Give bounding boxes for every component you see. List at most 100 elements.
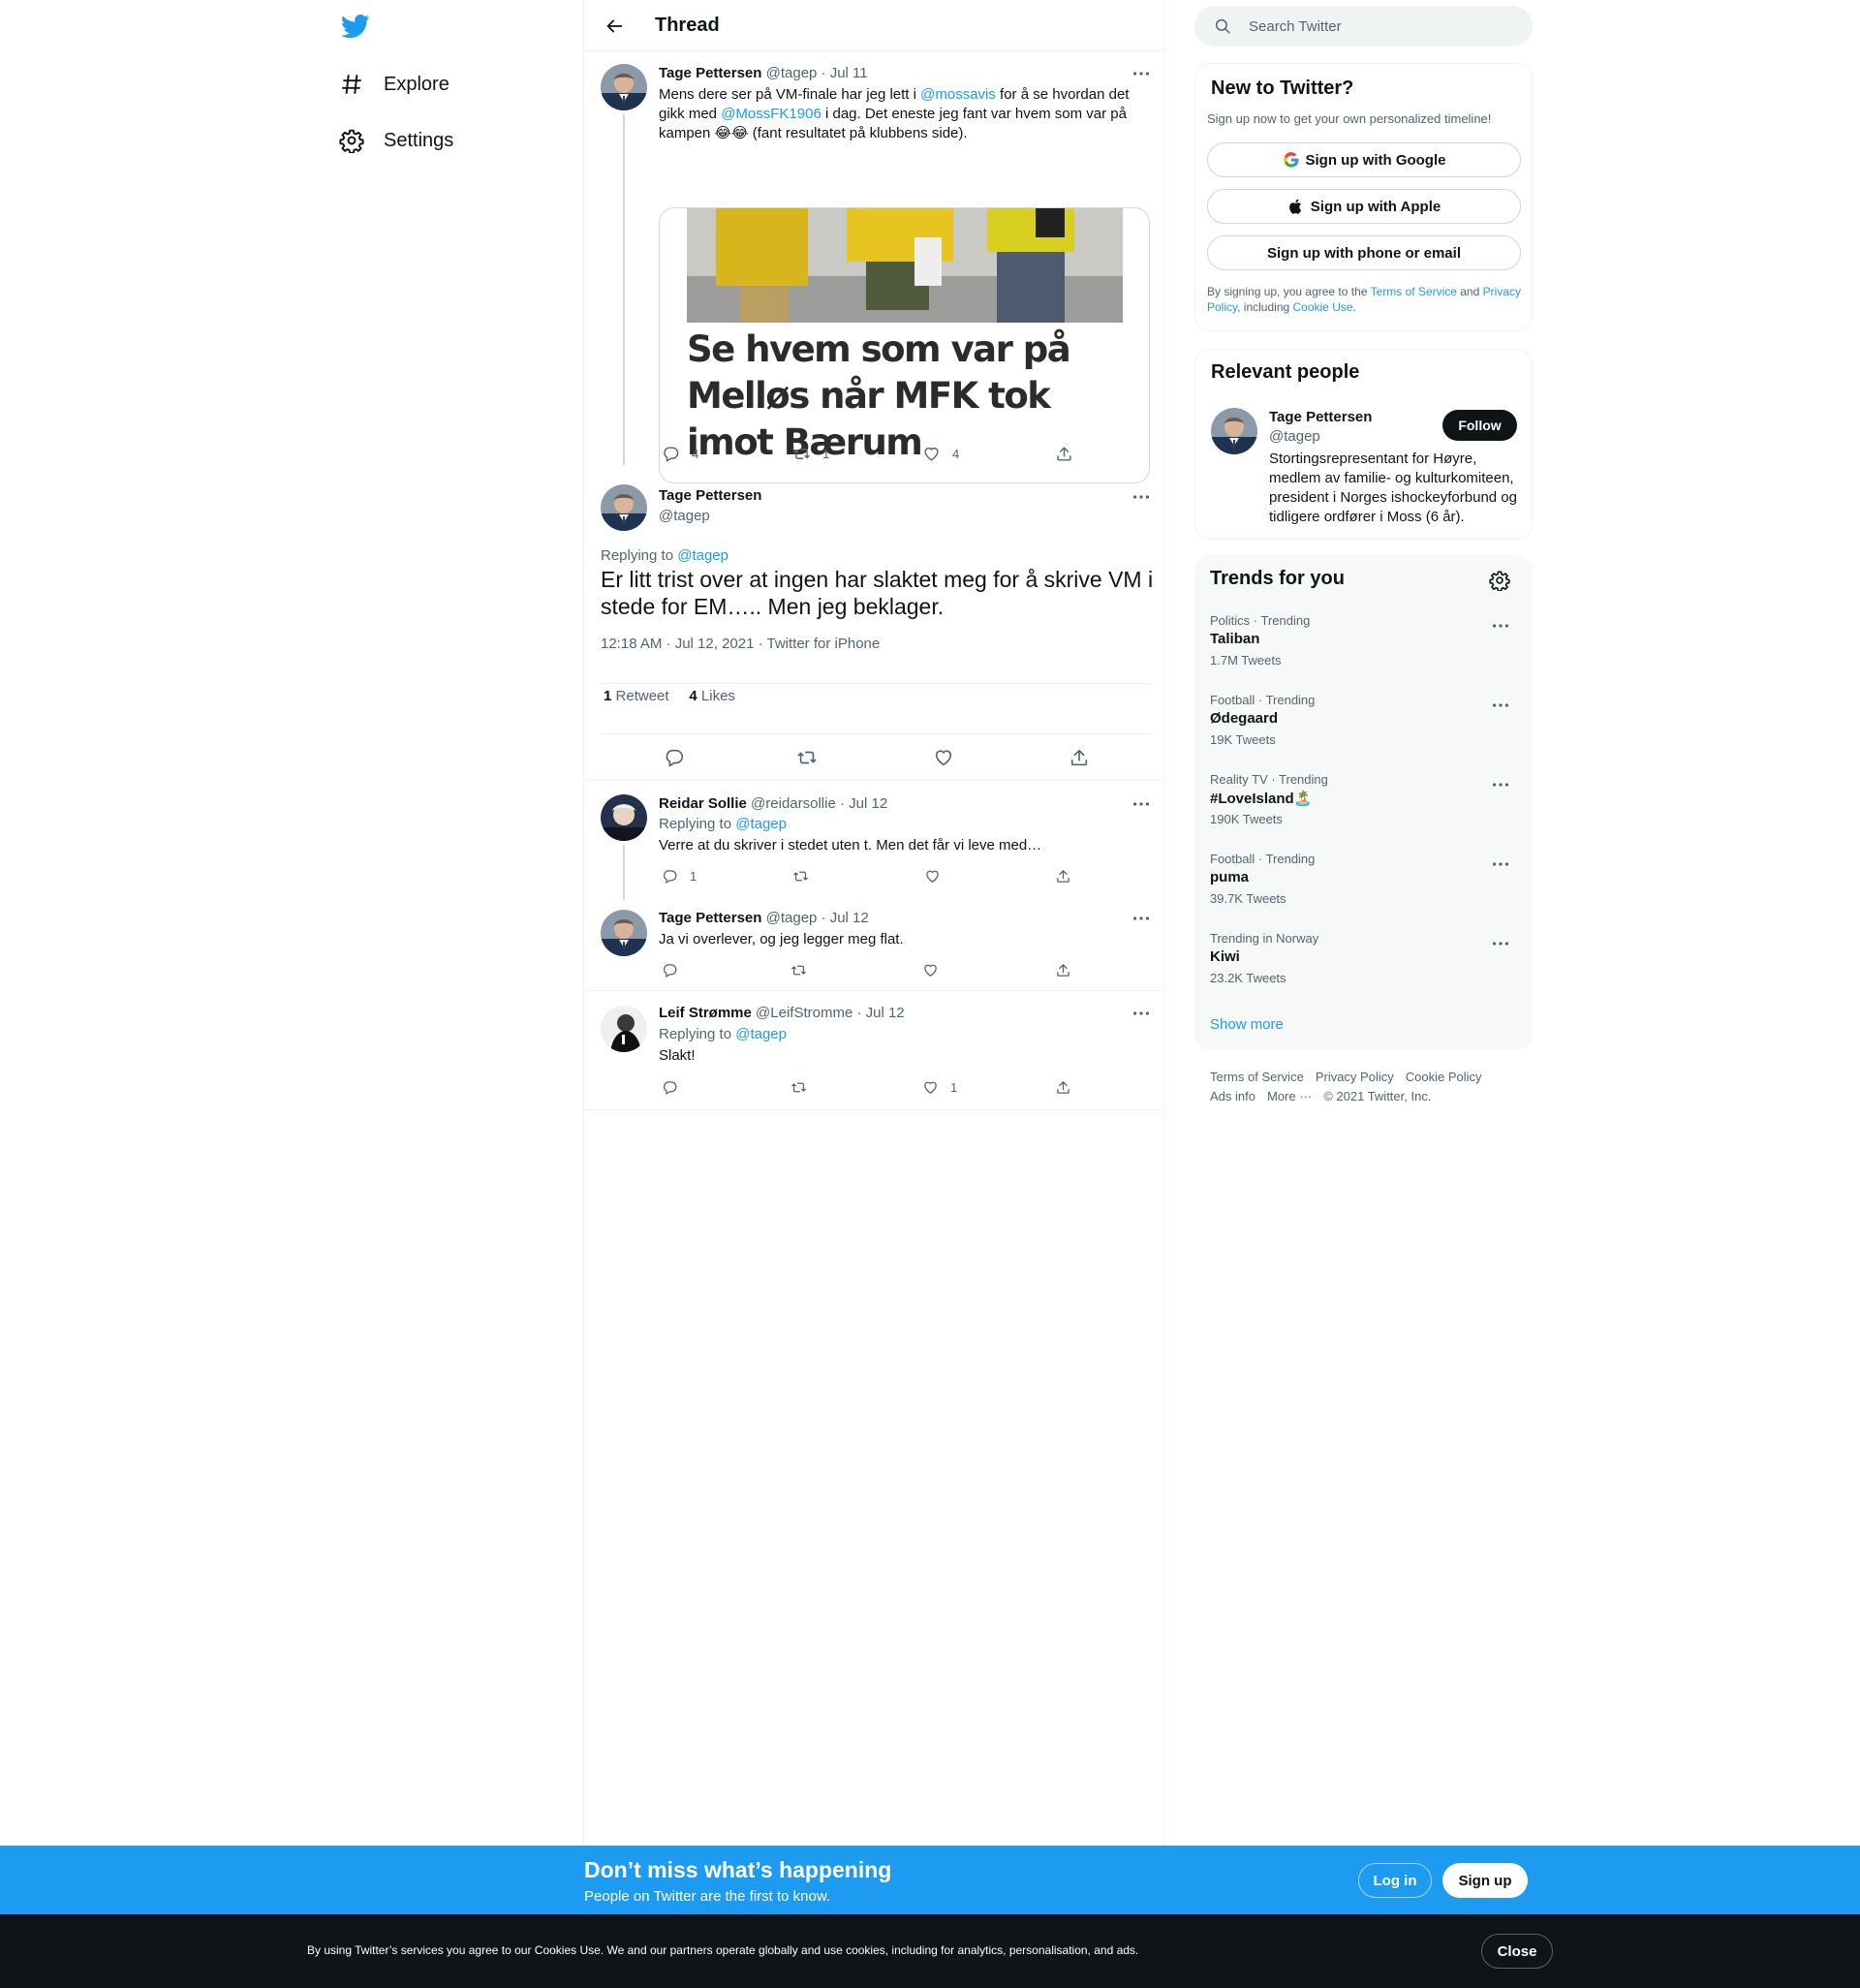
thread-connector — [623, 114, 625, 465]
login-button[interactable]: Log in — [1358, 1863, 1432, 1898]
retweet-button[interactable] — [790, 1079, 807, 1096]
reply-button[interactable] — [662, 1079, 678, 1096]
gear-icon[interactable] — [1489, 570, 1510, 591]
more-options-icon[interactable] — [1131, 486, 1152, 508]
retweet-button[interactable]: 1 — [792, 445, 829, 463]
cookie-use-link[interactable]: Cookie Use — [1293, 300, 1353, 314]
footer-terms-link[interactable]: Terms of Service — [1210, 1070, 1304, 1084]
trend-context: Politics · Trending — [1210, 613, 1311, 628]
footer-privacy-link[interactable]: Privacy Policy — [1316, 1070, 1394, 1084]
trend-item[interactable]: Reality TV · Trending #LoveIsland🏝️ 190K… — [1194, 772, 1533, 852]
show-more-link[interactable]: Show more — [1210, 1016, 1284, 1033]
signup-button[interactable]: Sign up — [1442, 1863, 1528, 1898]
more-options-icon[interactable] — [1131, 908, 1152, 929]
nav-settings[interactable]: Settings — [339, 119, 453, 162]
footer-cookie-link[interactable]: Cookie Policy — [1406, 1070, 1482, 1084]
reply-icon — [662, 868, 678, 885]
reply-button[interactable]: 1 — [662, 868, 697, 885]
like-button[interactable] — [924, 868, 941, 885]
author-handle[interactable]: @tagep — [659, 508, 710, 524]
like-stat[interactable]: 4 Likes — [689, 688, 735, 704]
mention-mossavis[interactable]: @mossavis — [920, 86, 996, 103]
reply-icon — [662, 445, 680, 463]
person-handle[interactable]: @tagep — [1269, 428, 1320, 445]
avatar[interactable] — [601, 910, 647, 956]
avatar[interactable] — [601, 794, 647, 841]
replying-mention[interactable]: @tagep — [735, 1026, 787, 1042]
share-button[interactable] — [1055, 868, 1071, 885]
replying-label: Replying to — [659, 1026, 732, 1042]
search-input[interactable] — [1249, 6, 1520, 47]
author-meta[interactable]: @tagep · Jul 12 — [766, 910, 869, 926]
like-button[interactable]: 4 — [922, 445, 959, 463]
avatar[interactable] — [601, 1006, 647, 1052]
twitter-bird-icon[interactable] — [339, 12, 372, 41]
follow-button[interactable]: Follow — [1442, 410, 1517, 441]
author-name[interactable]: Reidar Sollie — [659, 795, 747, 812]
avatar[interactable] — [601, 64, 647, 110]
more-options-icon[interactable] — [1490, 615, 1511, 637]
signup-google-button[interactable]: Sign up with Google — [1207, 142, 1521, 177]
trend-name: Ødegaard — [1210, 710, 1279, 727]
trend-item[interactable]: Politics · Trending Taliban 1.7M Tweets — [1194, 613, 1533, 693]
more-options-icon[interactable] — [1131, 63, 1152, 84]
tweet-header: Tage Pettersen @tagep · Jul 12 — [659, 910, 869, 926]
signup-apple-button[interactable]: Sign up with Apple — [1207, 189, 1521, 224]
author-name[interactable]: Leif Strømme — [659, 1005, 752, 1021]
search-box[interactable] — [1194, 6, 1533, 47]
tweet-parent[interactable]: Tage Pettersen @tagep · Jul 11 Mens dere… — [584, 52, 1163, 483]
author-meta[interactable]: @reidarsollie · Jul 12 — [751, 795, 887, 812]
like-button[interactable] — [933, 747, 954, 768]
retweet-button[interactable] — [792, 868, 809, 885]
trend-item[interactable]: Trending in Norway Kiwi 23.2K Tweets — [1194, 931, 1533, 1010]
link-card[interactable]: Se hvem som var på Melløs når MFK tok im… — [659, 207, 1150, 483]
signup-phone-email-button[interactable]: Sign up with phone or email — [1207, 235, 1521, 270]
retweet-stat[interactable]: 1 Retweet — [604, 688, 669, 704]
author-name[interactable]: Tage Pettersen — [659, 487, 761, 504]
replying-mention[interactable]: @tagep — [677, 547, 728, 564]
share-button[interactable] — [1055, 962, 1071, 978]
retweet-button[interactable] — [790, 962, 807, 978]
person-name[interactable]: Tage Pettersen — [1269, 409, 1372, 425]
mention-mossfk[interactable]: @MossFK1906 — [721, 106, 822, 122]
nav-explore[interactable]: Explore — [339, 63, 450, 106]
more-options-icon[interactable] — [1131, 1003, 1152, 1024]
share-button[interactable] — [1055, 1079, 1071, 1096]
footer-ads-link[interactable]: Ads info — [1210, 1089, 1256, 1103]
tweet-reply[interactable]: Tage Pettersen @tagep · Jul 12 Ja vi ove… — [584, 898, 1163, 991]
tweet-reply[interactable]: Reidar Sollie @reidarsollie · Jul 12 Rep… — [584, 783, 1163, 900]
like-button[interactable] — [922, 962, 939, 978]
more-options-icon[interactable] — [1490, 774, 1511, 795]
reply-button[interactable] — [662, 962, 678, 978]
more-options-icon[interactable] — [1490, 854, 1511, 875]
trend-item[interactable]: Football · Trending puma 39.7K Tweets — [1194, 852, 1533, 931]
author-meta[interactable]: @LeifStromme · Jul 12 — [756, 1005, 905, 1021]
tweet-reply[interactable]: Leif Strømme @LeifStromme · Jul 12 Reply… — [584, 994, 1163, 1110]
reply-button[interactable]: 4 — [662, 445, 698, 463]
more-options-icon[interactable] — [1490, 695, 1511, 716]
retweet-button[interactable] — [796, 747, 818, 768]
heart-icon — [922, 1079, 939, 1096]
trend-item[interactable]: Football · Trending Ødegaard 19K Tweets — [1194, 693, 1533, 772]
replying-to: Replying to @tagep — [659, 1026, 787, 1042]
more-options-icon[interactable] — [1131, 793, 1152, 815]
replying-mention[interactable]: @tagep — [735, 816, 787, 832]
avatar[interactable] — [1211, 408, 1257, 454]
author-name[interactable]: Tage Pettersen — [659, 65, 761, 81]
like-button[interactable]: 1 — [922, 1079, 957, 1096]
avatar[interactable] — [601, 484, 647, 531]
back-arrow-icon[interactable] — [604, 16, 625, 37]
banner-subheading: People on Twitter are the first to know. — [584, 1888, 831, 1905]
tweet-timestamp[interactable]: 12:18 AM · Jul 12, 2021 · Twitter for iP… — [601, 636, 880, 652]
footer-more-link[interactable]: More ··· — [1267, 1089, 1312, 1103]
terms-link[interactable]: Terms of Service — [1371, 285, 1457, 298]
share-icon — [1055, 445, 1073, 463]
reply-button[interactable] — [664, 747, 685, 768]
author-name[interactable]: Tage Pettersen — [659, 910, 761, 926]
author-meta[interactable]: @tagep · Jul 11 — [766, 65, 868, 81]
cookie-close-button[interactable]: Close — [1481, 1934, 1553, 1969]
reply-count: 4 — [692, 447, 699, 461]
share-button[interactable] — [1055, 445, 1073, 463]
more-options-icon[interactable] — [1490, 933, 1511, 954]
share-button[interactable] — [1069, 747, 1090, 768]
